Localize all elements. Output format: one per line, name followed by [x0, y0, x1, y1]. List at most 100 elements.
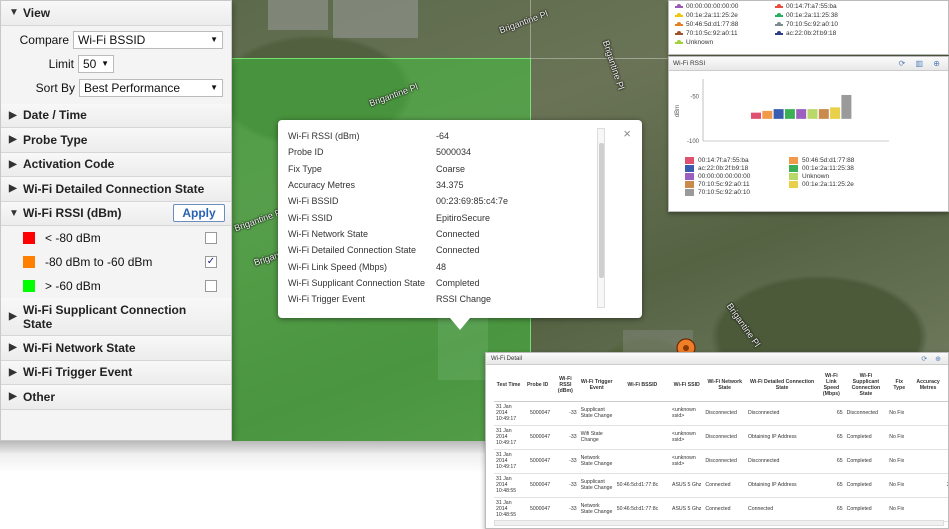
- column-header[interactable]: Wi-Fi Network State: [703, 369, 747, 402]
- legend-label: 50:46:5d:d1:77:88: [686, 21, 739, 28]
- close-icon[interactable]: ×: [623, 126, 631, 141]
- color-swatch: [23, 232, 35, 244]
- popup-scrollbar[interactable]: [597, 128, 605, 308]
- column-header[interactable]: Wi-Fi Trigger Event: [578, 369, 615, 402]
- table-cell: ASUS 5 Ghz: [669, 473, 704, 498]
- legend-item[interactable]: 70:10:5c:92:a0:10: [685, 189, 750, 196]
- rssi-bar[interactable]: [796, 109, 807, 119]
- dropdown-arrow-icon: ▼: [210, 83, 218, 92]
- rssi-bar[interactable]: [762, 110, 773, 119]
- table-row[interactable]: 31 Jan 2014 10:49:17 5000047 -33 Network St…: [494, 449, 948, 474]
- legend-line-marker: [675, 39, 683, 44]
- rssi-bar[interactable]: [818, 109, 829, 119]
- table-row[interactable]: 31 Jan 2014 10:49:17 5000047 -33 Wifi State…: [494, 425, 948, 450]
- column-header[interactable]: Accuracy Metres: [911, 369, 945, 402]
- table-cell: [944, 425, 948, 450]
- column-header[interactable]: Wi-Fi Detailed Connection State: [746, 369, 819, 402]
- legend-swatch: [685, 189, 694, 196]
- table-cell: [911, 449, 945, 474]
- section-trigger-event[interactable]: ▶ Wi-Fi Trigger Event: [1, 360, 231, 385]
- section-view[interactable]: ▼ View: [1, 1, 231, 26]
- sortby-select[interactable]: Best Performance ▼: [79, 78, 223, 97]
- popup-key: Wi-Fi RSSI (dBm): [288, 131, 360, 142]
- legend-item[interactable]: 00:1e:2a:11:25:38: [775, 12, 838, 19]
- legend-item[interactable]: 70:10:5c:92:a0:11: [675, 30, 738, 37]
- column-header[interactable]: Wi-Fi Supplicant Connection State: [844, 369, 888, 402]
- limit-select[interactable]: 50 ▼: [78, 54, 114, 73]
- color-swatch: [23, 256, 35, 268]
- table-cell: [944, 449, 948, 474]
- table-cell: 5000047: [523, 425, 553, 450]
- legend-item[interactable]: 00:00:00:00:00:00: [675, 3, 738, 10]
- legend-item[interactable]: 00:00:00:00:00:00: [685, 173, 750, 180]
- rssi-filter-checkbox[interactable]: [205, 232, 217, 244]
- legend-item[interactable]: 00:1e:2a:11:25:38: [789, 165, 854, 172]
- table-cell: [614, 425, 670, 450]
- panel-shadow: [0, 441, 485, 453]
- rssi-bar[interactable]: [751, 112, 761, 119]
- legend-item[interactable]: 00:1e:2a:11:25:2e: [789, 181, 854, 188]
- table-cell: 65: [818, 473, 845, 498]
- table-row[interactable]: 31 Jan 2014 10:48:55 5000047 -33 Network St…: [494, 497, 948, 522]
- section-date-time[interactable]: ▶ Date / Time: [1, 103, 231, 128]
- rssi-bar[interactable]: [830, 107, 841, 119]
- legend-label: Unknown: [686, 39, 714, 46]
- column-header[interactable]: Wi-Fi SSID: [669, 369, 704, 402]
- legend-item[interactable]: 00:14:7f:a7:55:ba: [775, 3, 837, 10]
- popup-key: Wi-Fi Link Speed (Mbps): [288, 261, 388, 272]
- section-label: View: [23, 5, 51, 20]
- section-label: Date / Time: [23, 108, 87, 123]
- apply-button[interactable]: Apply: [173, 203, 225, 222]
- section-wifi-rssi[interactable]: ▼ Wi-Fi RSSI (dBm) Apply: [1, 201, 231, 226]
- column-header[interactable]: Test Time: [494, 369, 524, 402]
- column-header[interactable]: Wi-Fi RSSI (dBm): [552, 369, 579, 402]
- popup-value: Completed: [436, 277, 480, 288]
- rssi-filter-checkbox[interactable]: ✓: [205, 256, 217, 268]
- popup-details: Wi-Fi RSSI (dBm) -64 Probe ID 5000034 Fix Ty…: [288, 128, 596, 312]
- column-header[interactable]: Wi-Fi BSSID: [614, 369, 670, 402]
- legend-swatch: [685, 157, 694, 164]
- rssi-bar[interactable]: [784, 109, 795, 119]
- card-toolbar-icons[interactable]: ⟳ ▥ ⊕: [899, 59, 944, 68]
- table-cell: Completed: [844, 425, 888, 450]
- popup-row: Wi-Fi Trigger Event RSSI Change: [288, 291, 596, 307]
- card-toolbar-icons[interactable]: ⟳ ⊕: [921, 354, 944, 366]
- column-header[interactable]: Wi St Dura (ms: [944, 369, 948, 402]
- rssi-bar[interactable]: [807, 109, 818, 119]
- section-supplicant-state[interactable]: ▶ Wi-Fi Supplicant Connection State: [1, 298, 231, 336]
- section-probe-type[interactable]: ▶ Probe Type: [1, 128, 231, 153]
- section-other[interactable]: ▶ Other: [1, 385, 231, 410]
- table-cell: [911, 401, 945, 426]
- rssi-filter-checkbox[interactable]: [205, 280, 217, 292]
- column-header[interactable]: Probe ID: [523, 369, 553, 402]
- section-activation-code[interactable]: ▶ Activation Code: [1, 152, 231, 177]
- legend-item[interactable]: ac:22:0b:2f:b9:18: [775, 30, 836, 37]
- legend-item[interactable]: Unknown: [675, 39, 713, 46]
- legend-item[interactable]: 70:10:5c:92:a0:11: [685, 181, 750, 188]
- column-header[interactable]: Wi-Fi Link Speed (Mbps): [818, 369, 845, 402]
- legend-item[interactable]: 70:10:5c:92:a0:10: [775, 21, 838, 28]
- popup-row: Wi-Fi Supplicant Connection State Complet…: [288, 275, 596, 291]
- horizontal-scrollbar[interactable]: [494, 520, 944, 526]
- street-label: Brigantine Pl: [600, 39, 627, 91]
- legend-item[interactable]: 00:1e:2a:11:25:2e: [675, 12, 738, 19]
- legend-item[interactable]: 50:46:5d:d1:77:88: [675, 21, 738, 28]
- legend-item[interactable]: 50:46:5d:d1:77:88: [789, 157, 854, 164]
- section-detailed-connection-state[interactable]: ▶ Wi-Fi Detailed Connection State: [1, 177, 231, 202]
- triangle-down-icon: ▼: [9, 7, 19, 19]
- rssi-bar[interactable]: [773, 109, 784, 119]
- table-cell: 2: [944, 473, 948, 498]
- column-header[interactable]: Fix Type: [887, 369, 912, 402]
- table-row[interactable]: 31 Jan 2014 10:49:17 5000047 -33 Supplicant…: [494, 401, 948, 426]
- table-cell: <unknown ssid>: [669, 401, 704, 426]
- legend-item[interactable]: Unknown: [789, 173, 829, 180]
- table-cell: [614, 449, 670, 474]
- table-row[interactable]: 31 Jan 2014 10:48:55 5000047 -33 Supplicant…: [494, 473, 948, 498]
- compare-select[interactable]: Wi-Fi BSSID ▼: [73, 30, 223, 49]
- section-network-state[interactable]: ▶ Wi-Fi Network State: [1, 336, 231, 361]
- popup-key: Fix Type: [288, 163, 322, 174]
- rssi-bar[interactable]: [841, 94, 852, 119]
- legend-item[interactable]: 00:14:7f:a7:55:ba: [685, 157, 749, 164]
- legend-item[interactable]: ac:22:0b:2f:b9:18: [685, 165, 748, 172]
- scrollbar-thumb[interactable]: [599, 143, 604, 278]
